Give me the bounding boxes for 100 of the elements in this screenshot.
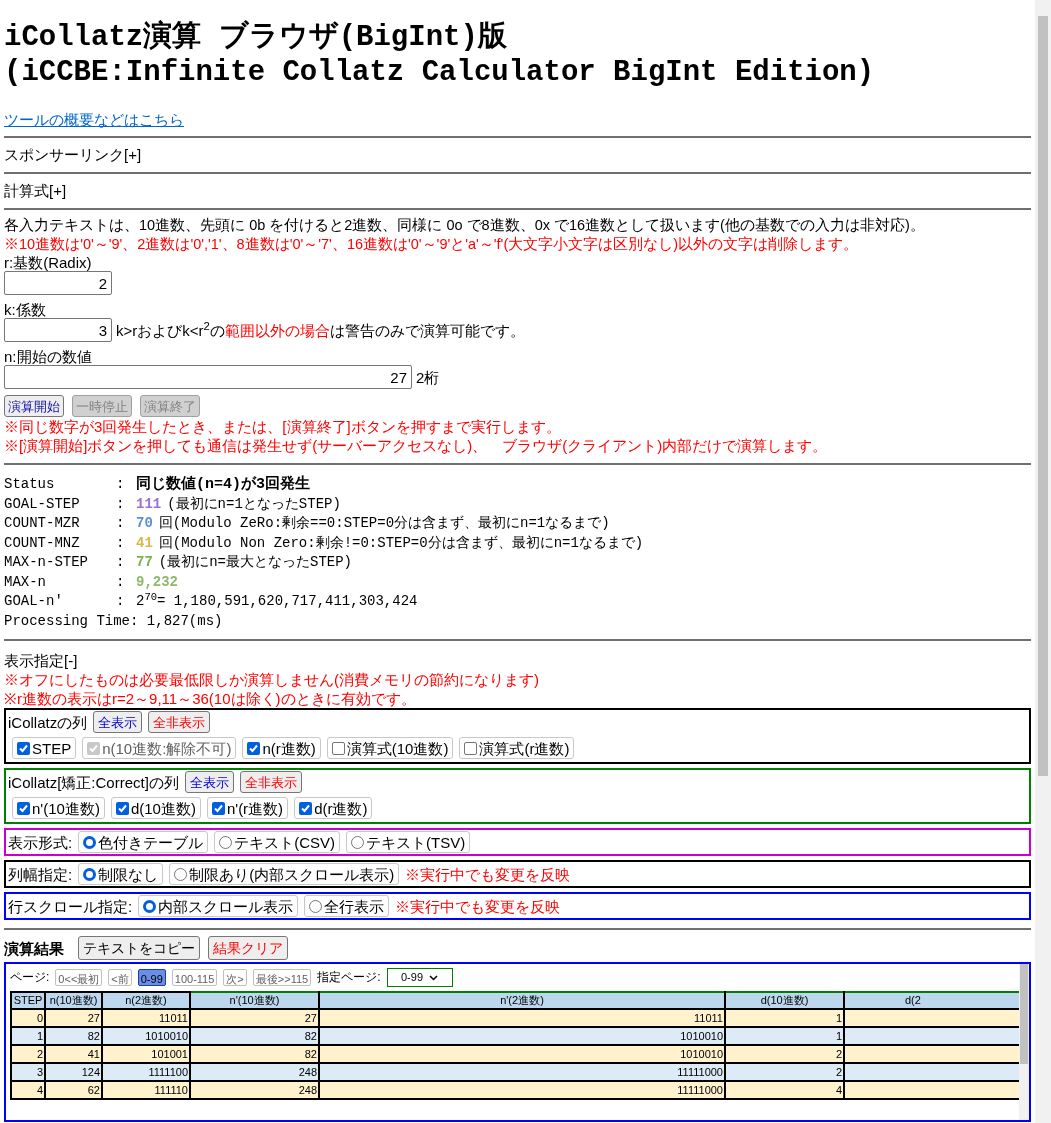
option-toggle[interactable]: d(10進数) bbox=[110, 797, 201, 819]
scrollbar[interactable] bbox=[1035, 0, 1051, 1123]
chevron-icon bbox=[429, 974, 439, 981]
option-toggle[interactable]: n'(10進数) bbox=[12, 797, 105, 819]
processing-time: Processing Time: 1,827(ms) bbox=[4, 611, 224, 631]
page-button[interactable]: 最後>>115 bbox=[252, 969, 312, 986]
panel-note: ※実行中でも変更を反映 bbox=[405, 864, 571, 884]
option-toggle[interactable]: n(r進数) bbox=[242, 737, 321, 759]
radio-button[interactable] bbox=[219, 835, 233, 849]
overview-link[interactable]: ツールの概要などはこちら bbox=[4, 110, 184, 129]
status-colon: : bbox=[116, 572, 126, 592]
input-field[interactable]: 27 bbox=[4, 365, 412, 389]
status-colon: : bbox=[116, 592, 126, 611]
status-colon: : bbox=[116, 475, 126, 494]
radio-button[interactable] bbox=[83, 867, 97, 881]
column-header: STEP bbox=[11, 992, 45, 1009]
status-value: 41 bbox=[136, 533, 153, 553]
page-button[interactable]: <前 bbox=[108, 969, 132, 986]
option-toggle[interactable]: n'(r進数) bbox=[206, 797, 289, 819]
run-note: ※同じ数字が3回発生したとき、または、[演算終了]ボタンを押すまで実行します。 bbox=[4, 417, 562, 436]
radio-button[interactable] bbox=[143, 899, 157, 913]
checkbox[interactable] bbox=[247, 741, 261, 755]
status-note: (最初にn=1となったSTEP) bbox=[167, 494, 341, 514]
results-title: 演算結果 bbox=[4, 938, 64, 958]
status-colon: : bbox=[116, 494, 126, 514]
column-header: d(2 bbox=[844, 992, 1019, 1009]
option-toggle[interactable]: d(r進数) bbox=[294, 797, 373, 819]
page-button[interactable]: 0<<最初 bbox=[55, 969, 103, 986]
option-toggle[interactable]: 制限あり(内部スクロール表示) bbox=[169, 863, 400, 885]
panel-label: 表示形式: bbox=[8, 832, 73, 852]
panel-label: 列幅指定: bbox=[8, 864, 73, 884]
status-key: GOAL-n' bbox=[4, 592, 116, 612]
status-colon: : bbox=[116, 533, 126, 553]
checkbox[interactable] bbox=[17, 801, 30, 815]
radio-button[interactable] bbox=[309, 899, 323, 913]
option-toggle[interactable]: 色付きテーブル bbox=[78, 831, 209, 853]
input-field[interactable]: 3 bbox=[4, 318, 112, 342]
status-value: 9,232 bbox=[136, 572, 178, 592]
option-toggle[interactable]: STEP bbox=[12, 737, 77, 759]
page-button[interactable]: 100-115 bbox=[171, 969, 218, 986]
status-colon: : bbox=[116, 553, 126, 572]
checkbox[interactable] bbox=[115, 801, 129, 815]
status-note: 回(Modulo ZeRo:剰余==0:STEP=0分は含まず、最初にn=1なるまで) bbox=[158, 514, 610, 533]
column-header: d(10進数) bbox=[725, 992, 844, 1009]
status-value: 70 bbox=[136, 514, 153, 533]
status-value: 2$^{70}$= 1,180,591,620,717,411,303,424 bbox=[136, 592, 418, 611]
option-toggle[interactable]: 演算式(r進数) bbox=[459, 737, 575, 759]
status-note: 回(Modulo Non Zero:剰余!=0:STEP=0分は含まず、最初にn=1なるまで) bbox=[158, 533, 644, 553]
section-toggle[interactable]: 計算式[+] bbox=[4, 180, 1031, 202]
checkbox[interactable] bbox=[299, 801, 313, 815]
panel-label: iCollatzの列 bbox=[8, 712, 88, 732]
option-toggle[interactable]: 演算式(10進数) bbox=[326, 737, 454, 759]
option-toggle[interactable]: 内部スクロール表示 bbox=[138, 895, 299, 917]
checkbox[interactable] bbox=[17, 741, 30, 755]
column-header: n'(2進数) bbox=[319, 992, 725, 1009]
option-toggle[interactable]: 制限なし bbox=[78, 863, 164, 885]
status-value: 77 bbox=[136, 553, 153, 572]
section-toggle[interactable]: スポンサーリンク[+] bbox=[4, 144, 1031, 166]
status-key: COUNT-MZR bbox=[4, 514, 116, 534]
option-toggle[interactable]: 全行表示 bbox=[304, 895, 390, 917]
field-label: k:係数 bbox=[4, 301, 47, 318]
panel-label: iCollatz[矯正:Correct]の列 bbox=[8, 772, 179, 792]
input-field[interactable]: 2 bbox=[4, 271, 112, 295]
panel-button[interactable]: 全表示 bbox=[93, 711, 143, 733]
checkbox[interactable] bbox=[464, 741, 478, 755]
status-key: MAX-n-STEP bbox=[4, 553, 116, 573]
panel-button[interactable]: 全表示 bbox=[184, 771, 234, 793]
scrollbar[interactable] bbox=[1019, 964, 1029, 1120]
run-button[interactable]: 演算開始 bbox=[4, 395, 64, 417]
field-label: r:基数(Radix) bbox=[4, 254, 93, 271]
panel-label: 行スクロール指定: bbox=[8, 896, 133, 916]
checkbox[interactable] bbox=[331, 741, 345, 755]
page-select[interactable]: 0-99 bbox=[386, 968, 453, 987]
status-value: 111 bbox=[136, 494, 162, 514]
section-toggle[interactable]: 表示指定[-] bbox=[4, 651, 1031, 670]
results-button[interactable]: テキストをコピー bbox=[78, 936, 200, 960]
input-warning: ※10進数は'0'～'9'、2進数は'0','1'、8進数は'0'～'7'、16進数は'0'～'9'と'a'～'f'(大文字小文字は区別なし)以外の文字は削除します。 bbox=[4, 235, 860, 254]
option-toggle[interactable]: テキスト(CSV) bbox=[214, 831, 340, 853]
page-label: ページ: bbox=[10, 969, 50, 986]
page-title: iCollatz演算 ブラウザ(BigInt)版 bbox=[4, 20, 508, 55]
status-value: 同じ数値(n=4)が3回発生 bbox=[136, 475, 310, 495]
column-header: n(2進数) bbox=[102, 992, 190, 1009]
page-title: (iCCBE:Infinite Collatz Calculator BigInt Edition) bbox=[4, 55, 876, 90]
field-note: k>rおよびk<r$^{2}$の範囲以外の場合は警告のみで演算可能です。 bbox=[116, 320, 525, 340]
status-key: MAX-n bbox=[4, 572, 116, 592]
status-colon: : bbox=[116, 514, 126, 533]
radio-button[interactable] bbox=[351, 835, 364, 849]
input-note: 各入力テキストは、10進数、先頭に 0b を付けると2進数、同様に 0o で8進数、0x で16進数として扱います(他の基数での入力は非対応)。 bbox=[4, 216, 926, 235]
radio-button[interactable] bbox=[174, 867, 188, 881]
radio-button[interactable] bbox=[83, 835, 97, 849]
checkbox[interactable] bbox=[211, 801, 225, 815]
display-note: ※r進数の表示はr=2～9,11～36(10は除く)のときに有効です。 bbox=[4, 689, 417, 708]
status-key: GOAL-STEP bbox=[4, 494, 116, 514]
status-key: Status bbox=[4, 475, 116, 495]
display-note: ※オフにしたものは必要最低限しか演算しません(消費メモリの節約になります) bbox=[4, 670, 540, 689]
column-header: n'(10進数) bbox=[190, 992, 319, 1009]
status-key: COUNT-MNZ bbox=[4, 533, 116, 553]
option-toggle[interactable]: テキスト(TSV) bbox=[346, 831, 471, 853]
page-button[interactable]: 0-99 bbox=[137, 969, 166, 986]
page-button[interactable]: 次> bbox=[223, 969, 247, 986]
